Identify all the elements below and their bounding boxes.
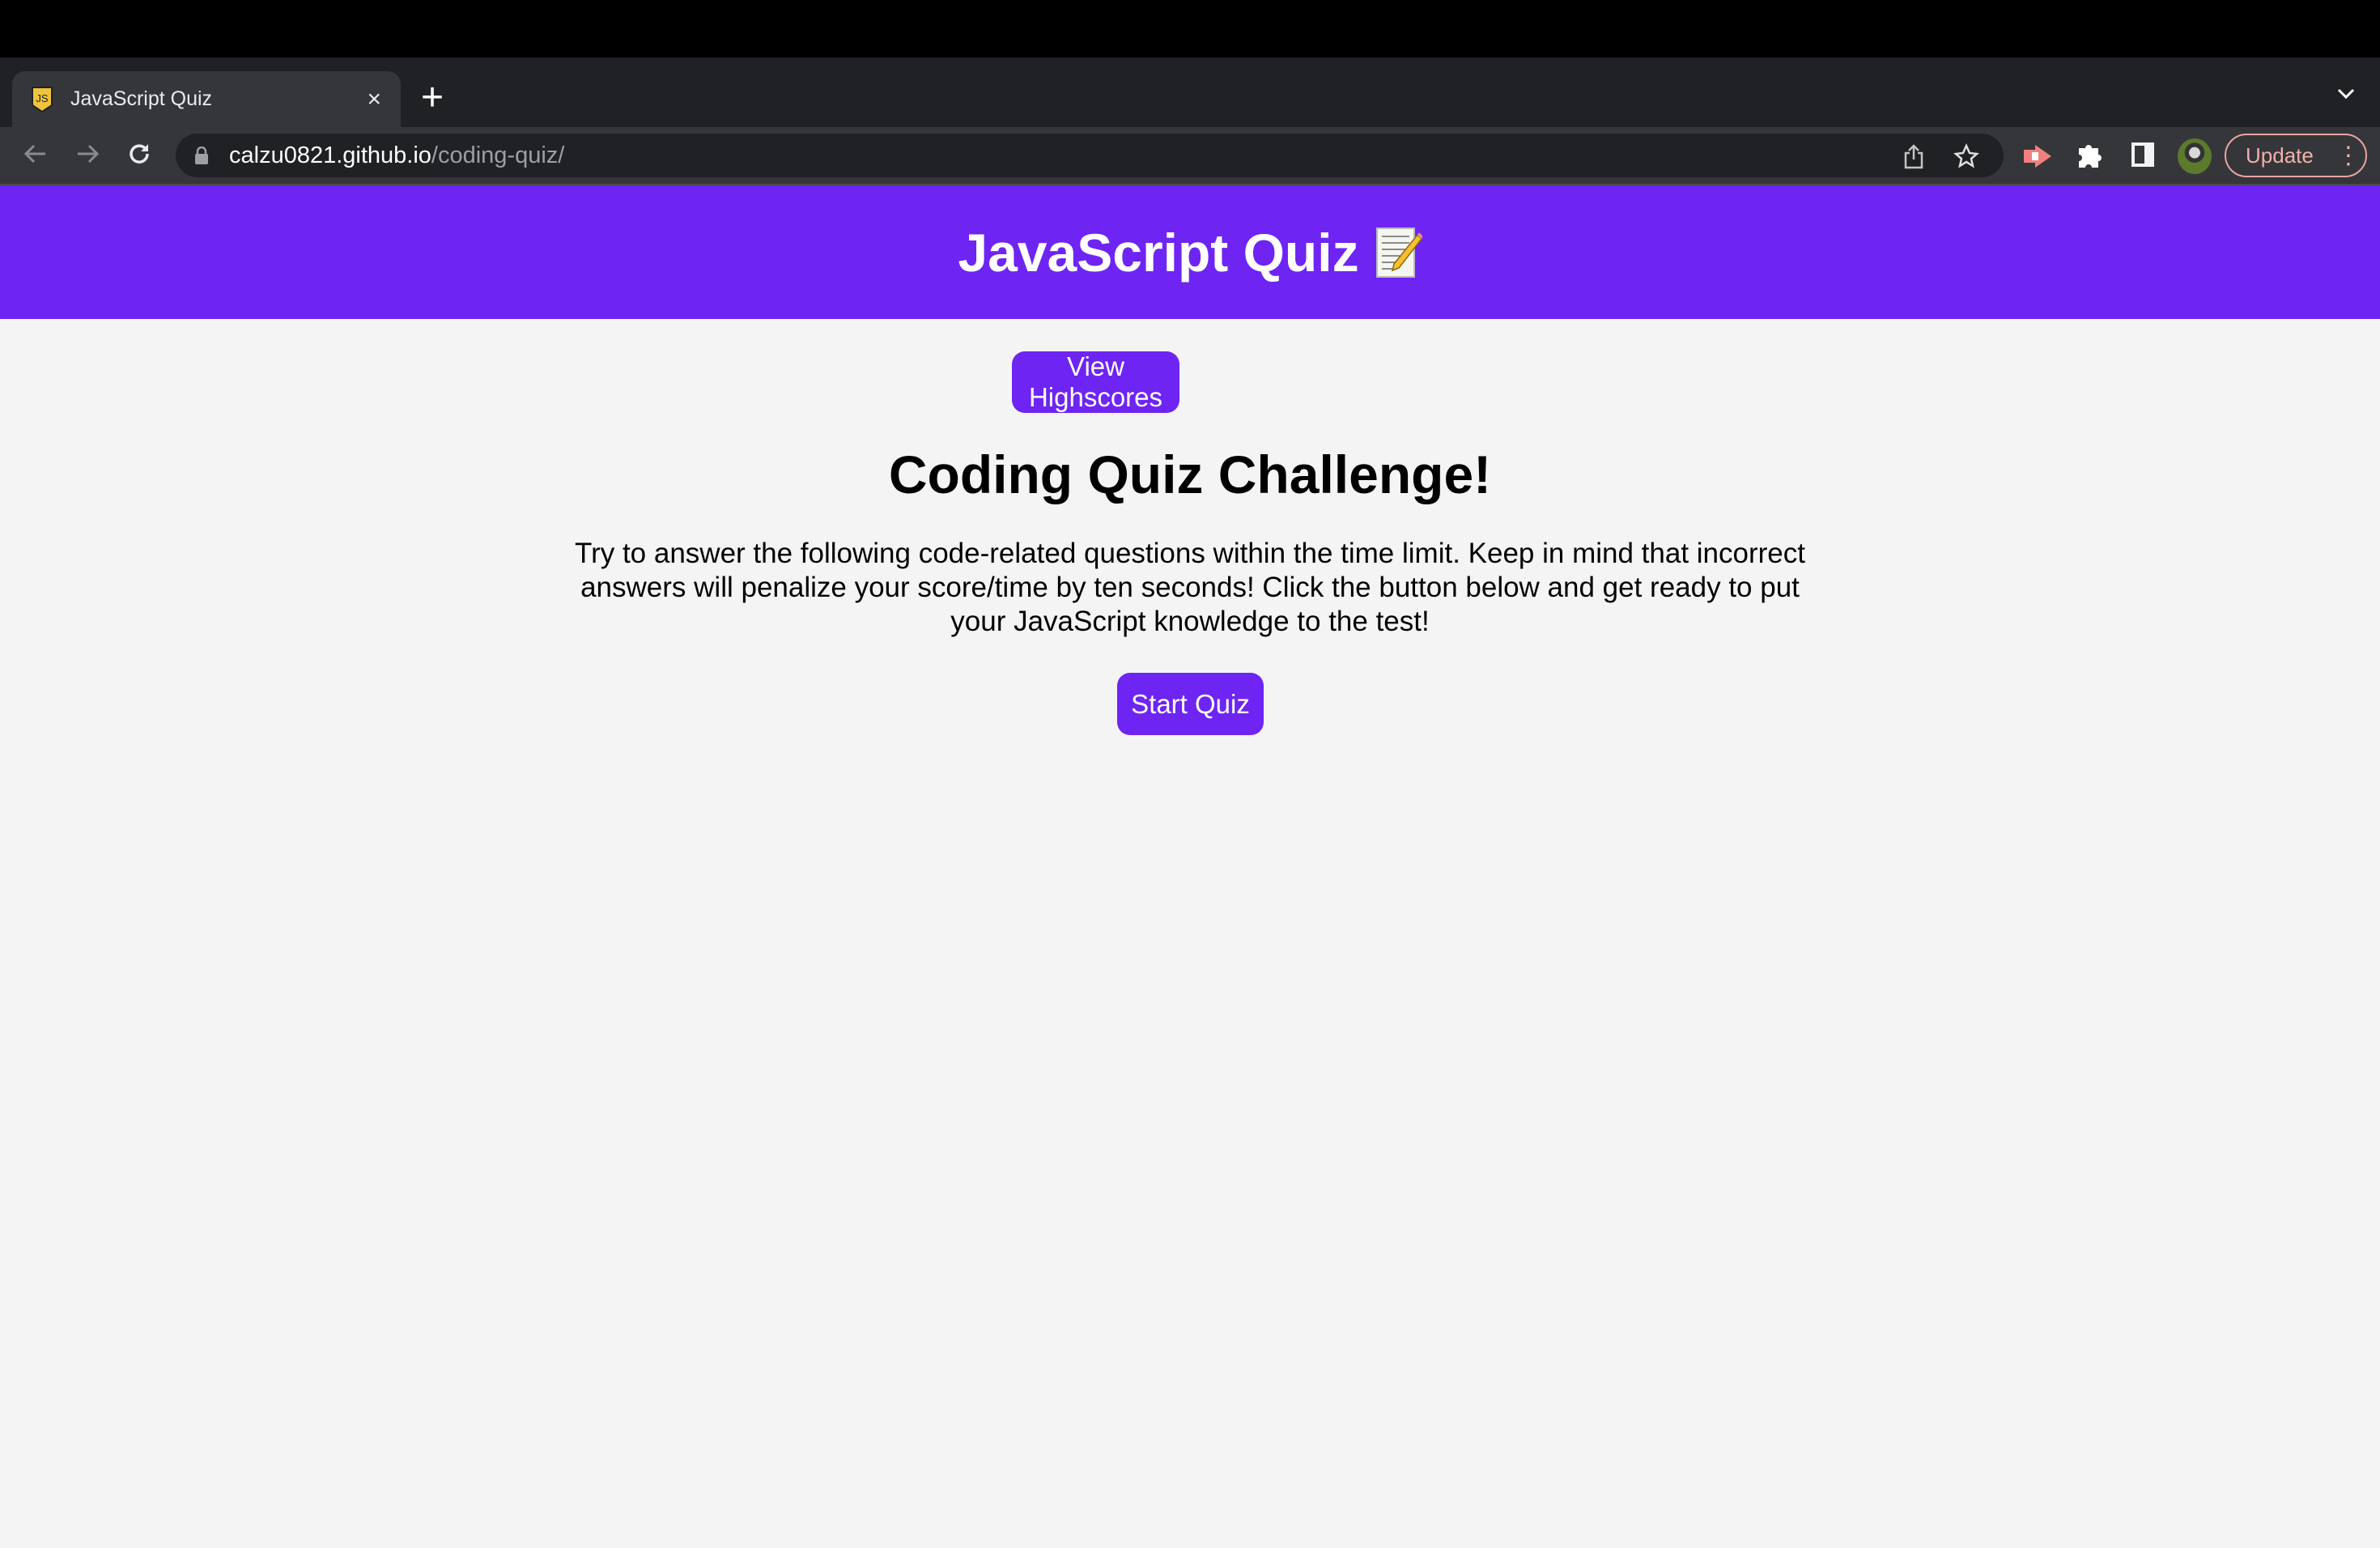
lock-icon [195, 147, 208, 164]
forward-arrow-icon[interactable] [74, 140, 100, 174]
quiz-heading: Coding Quiz Challenge! [888, 444, 1492, 504]
view-highscores-button[interactable]: View Highscores [1012, 351, 1179, 413]
extensions-puzzle-icon[interactable] [2077, 142, 2103, 169]
site-header: JavaScript Quiz [0, 185, 2380, 319]
js-favicon-icon: JS [32, 86, 53, 113]
url-host: calzu0821.github.io [229, 142, 431, 168]
memo-icon [1375, 227, 1422, 278]
tab-title: JavaScript Quiz [70, 87, 213, 110]
tab-strip: JS JavaScript Quiz × + [0, 57, 2380, 127]
browser-toolbar: calzu0821.github.io/coding-quiz/ Update … [0, 127, 2380, 185]
quiz-instructions: Try to answer the following code-related… [575, 538, 1805, 637]
bookmark-star-icon[interactable] [1953, 143, 1979, 169]
share-icon[interactable] [1903, 143, 1924, 169]
tab-search-chevron-icon[interactable] [2336, 80, 2356, 106]
update-label: Update [2246, 142, 2314, 168]
address-bar[interactable]: calzu0821.github.io/coding-quiz/ [176, 134, 2004, 177]
tab-javascript-quiz[interactable]: JS JavaScript Quiz × [12, 71, 401, 127]
new-tab-button[interactable]: + [421, 74, 444, 122]
update-button[interactable]: Update ⋮ [2225, 134, 2367, 177]
svg-text:JS: JS [36, 92, 49, 104]
system-bar [0, 0, 2380, 57]
menu-dots-icon[interactable]: ⋮ [2336, 142, 2361, 170]
url-path: /coding-quiz/ [431, 142, 565, 168]
back-arrow-icon[interactable] [23, 140, 49, 174]
screen-recorder-extension-icon[interactable] [2024, 145, 2051, 168]
start-quiz-button[interactable]: Start Quiz [1117, 673, 1264, 735]
reload-icon[interactable] [126, 140, 152, 174]
site-title: JavaScript Quiz [958, 222, 1359, 283]
side-panel-icon[interactable] [2131, 142, 2154, 167]
profile-avatar[interactable] [2178, 138, 2212, 174]
tab-close-icon[interactable]: × [367, 86, 381, 113]
